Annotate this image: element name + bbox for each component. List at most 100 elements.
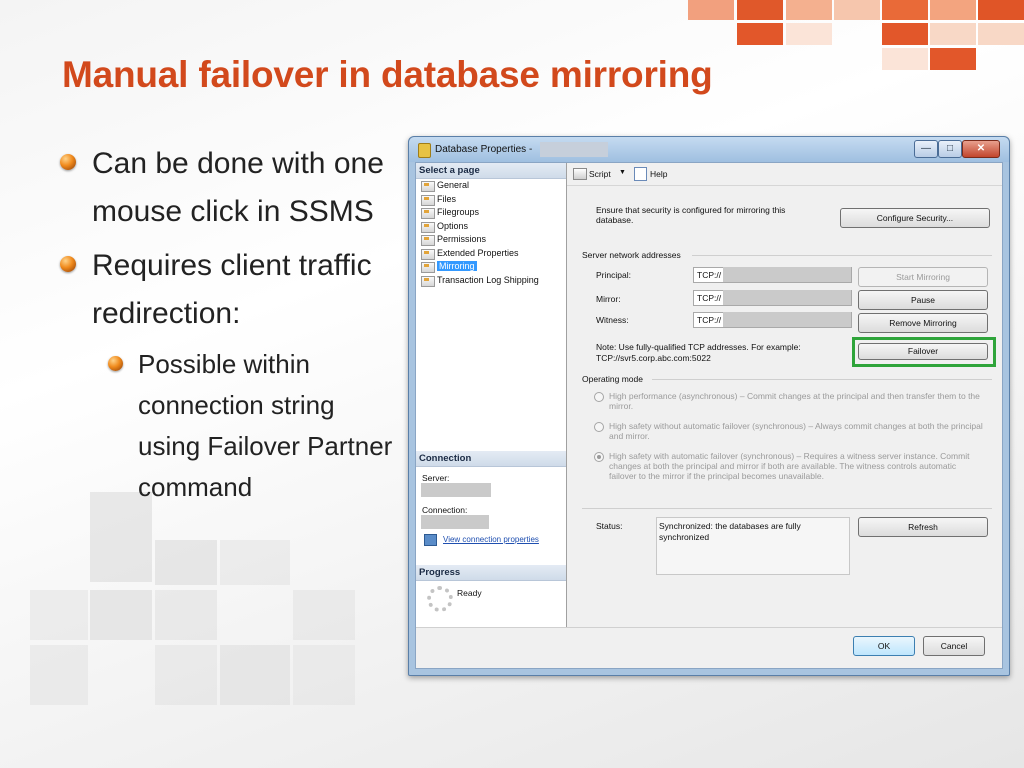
server-network-addresses-label: Server network addresses (582, 250, 681, 260)
configure-security-button[interactable]: Configure Security... (840, 208, 990, 228)
bullet-icon (60, 154, 76, 170)
decor-tile (293, 645, 355, 705)
redacted-principal-address (723, 267, 851, 282)
page-item-filegroups[interactable]: Filegroups (416, 206, 566, 220)
script-dropdown-icon[interactable]: ▼ (619, 169, 626, 176)
progress-status: Ready (457, 588, 482, 598)
bullet-icon (108, 356, 123, 371)
decor-tile (30, 645, 88, 705)
group-divider (692, 255, 992, 256)
high-performance-radio[interactable] (594, 392, 604, 402)
failover-button[interactable]: Failover (858, 343, 988, 360)
decor-square (882, 0, 928, 20)
page-item-general[interactable]: General (416, 179, 566, 193)
page-icon (421, 221, 435, 233)
dialog-client: Select a page General Files Filegroups O… (415, 162, 1003, 669)
cancel-button[interactable]: Cancel (923, 636, 985, 656)
mirror-label: Mirror: (596, 294, 621, 304)
decor-tile (293, 590, 355, 640)
progress-spinner-icon (427, 586, 453, 612)
mirroring-page: Script ▼ Help Ensure that security is co… (567, 163, 1002, 628)
redacted-connection-name (421, 515, 489, 529)
redacted-mirror-address (723, 290, 851, 305)
help-button[interactable]: Help (650, 169, 667, 179)
toolbar: Script ▼ Help (567, 163, 1002, 186)
minimize-button[interactable]: — (914, 140, 938, 158)
high-safety-auto-radio[interactable] (594, 452, 604, 462)
bullet-text: Can be done with one mouse click in SSMS (92, 147, 384, 228)
view-connection-properties-link[interactable]: View connection properties (443, 535, 539, 544)
page-item-files[interactable]: Files (416, 193, 566, 207)
slide-title: Manual failover in database mirroring (62, 54, 713, 95)
status-value-box: Synchronized: the databases are fully sy… (656, 517, 850, 575)
decor-tile (30, 590, 88, 640)
redacted-witness-address (723, 312, 851, 327)
script-button[interactable]: Script (589, 169, 611, 179)
principal-label: Principal: (596, 270, 631, 280)
left-pane: Select a page General Files Filegroups O… (416, 163, 567, 628)
decor-tile (155, 540, 217, 585)
page-icon (421, 208, 435, 219)
decor-square (786, 0, 832, 20)
decor-square (978, 0, 1024, 20)
decor-tile (90, 590, 152, 640)
decor-square (978, 23, 1024, 45)
decor-tile (220, 645, 290, 705)
close-button[interactable]: ✕ (962, 140, 1000, 158)
bullet-item: Requires client traffic redirection: (60, 242, 400, 338)
window-titlebar[interactable]: Database Properties - — □ ✕ (409, 137, 1009, 162)
sub-bullet-item: Possible within connection string using … (108, 344, 400, 508)
decor-square (882, 48, 928, 70)
bullet-icon (60, 256, 76, 272)
database-icon (418, 143, 431, 158)
tcp-address-note: Note: Use fully-qualified TCP addresses.… (596, 342, 801, 363)
page-icon (421, 275, 435, 287)
connection-header: Connection (416, 451, 566, 467)
connection-properties-icon (424, 534, 437, 546)
security-note: Ensure that security is configured for m… (596, 205, 786, 225)
decor-square (737, 0, 783, 20)
redacted-server-name (421, 483, 491, 497)
bullet-item: Can be done with one mouse click in SSMS (60, 140, 400, 236)
high-safety-no-auto-option: High safety without automatic failover (… (609, 421, 983, 441)
status-value: Synchronized: the databases are fully sy… (659, 521, 801, 542)
high-safety-auto-option: High safety with automatic failover (syn… (609, 451, 970, 481)
high-performance-option: High performance (asynchronous) – Commit… (609, 391, 980, 411)
script-icon (573, 168, 587, 180)
bullet-text: Requires client traffic redirection: (92, 249, 372, 330)
group-divider (652, 379, 992, 380)
decor-square (930, 0, 976, 20)
page-icon (421, 248, 435, 260)
witness-label: Witness: (596, 315, 629, 325)
maximize-button[interactable]: □ (938, 140, 962, 158)
start-mirroring-button[interactable]: Start Mirroring (858, 267, 988, 287)
decor-square (786, 23, 832, 45)
status-label: Status: (596, 521, 623, 531)
ok-button[interactable]: OK (853, 636, 915, 656)
decor-square (882, 23, 928, 45)
decor-square (737, 23, 783, 45)
page-item-extended-properties[interactable]: Extended Properties (416, 247, 566, 261)
high-safety-no-auto-radio[interactable] (594, 422, 604, 432)
window-title: Database Properties - (435, 144, 533, 155)
page-item-options[interactable]: Options (416, 220, 566, 234)
pause-button[interactable]: Pause (858, 290, 988, 310)
page-icon (421, 235, 435, 246)
decor-tile (155, 645, 217, 705)
decor-square (688, 0, 734, 20)
progress-header: Progress (416, 565, 566, 581)
refresh-button[interactable]: Refresh (858, 517, 988, 537)
server-label: Server: (422, 473, 450, 483)
page-item-mirroring[interactable]: Mirroring (416, 260, 566, 274)
page-item-permissions[interactable]: Permissions (416, 233, 566, 247)
operating-mode-label: Operating mode (582, 374, 643, 384)
page-item-transaction-log-shipping[interactable]: Transaction Log Shipping (416, 274, 566, 288)
dialog-footer: OK Cancel (416, 627, 1002, 668)
bullet-list: Can be done with one mouse click in SSMS… (60, 140, 400, 508)
page-icon (421, 181, 435, 192)
remove-mirroring-button[interactable]: Remove Mirroring (858, 313, 988, 333)
decor-square (930, 48, 976, 70)
select-page-header: Select a page (416, 163, 566, 179)
page-icon (421, 194, 435, 206)
decor-tile (220, 540, 290, 585)
